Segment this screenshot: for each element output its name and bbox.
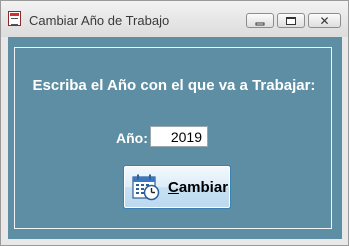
cambiar-button[interactable]: Cambiar (123, 165, 231, 209)
maximize-icon (286, 16, 296, 25)
button-label-rest: ambiar (178, 179, 229, 196)
button-mnemonic: C (168, 179, 179, 196)
group-frame: Escriba el Año con el que va a Trabajar:… (14, 47, 332, 229)
window-title: Cambiar Año de Trabajo (29, 13, 170, 28)
year-label: Año: (116, 130, 148, 146)
close-icon: ✕ (319, 13, 330, 28)
calendar-clock-icon (132, 174, 160, 201)
app-window-icon[interactable] (8, 11, 21, 26)
maximize-button[interactable] (277, 13, 305, 28)
year-input[interactable] (150, 126, 208, 147)
instruction-heading: Escriba el Año con el que va a Trabajar: (32, 77, 316, 94)
client-area: Escriba el Año con el que va a Trabajar:… (8, 37, 342, 239)
dialog-window: Cambiar Año de Trabajo ✕ Escriba el Año … (0, 0, 349, 246)
minimize-icon (255, 22, 265, 25)
title-bar[interactable]: Cambiar Año de Trabajo ✕ (1, 1, 348, 37)
close-button[interactable]: ✕ (308, 13, 341, 28)
minimize-button[interactable] (246, 13, 274, 28)
cambiar-button-label: Cambiar (168, 179, 228, 196)
